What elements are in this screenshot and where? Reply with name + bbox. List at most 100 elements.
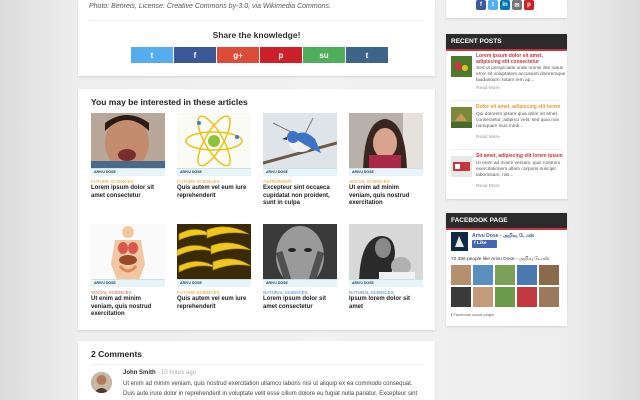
facebook-widget: FACEBOOK PAGE Arivu Dose - அறிவு டோஸ் f … (446, 213, 567, 326)
avatar (91, 372, 112, 393)
related-article[interactable]: ARIVU DOSE SOCIAL SCIENCES Ut enim ad mi… (349, 113, 423, 218)
recent-post[interactable]: Dolor sit amet, adipiscing elit lorem Qu… (451, 104, 563, 152)
related-article[interactable]: ARIVU DOSE NATURAL SCIENCES Lorem ipsum … (263, 224, 337, 329)
recent-post[interactable]: Lorem ipsum dolor sit amet, adipiscing e… (451, 53, 566, 101)
google-plus-share-button[interactable]: g+ (217, 47, 259, 63)
post-title[interactable]: Sit amet, adipiscing elit lorem ipsum (476, 153, 566, 159)
facebook-like-button[interactable]: f Like (472, 240, 497, 248)
related-title: You may be interested in these articles (91, 97, 248, 107)
fan-avatar[interactable] (495, 265, 515, 285)
facebook-title: FACEBOOK PAGE (446, 213, 567, 228)
fan-avatar[interactable] (473, 287, 493, 307)
twitter-icon[interactable]: t (488, 0, 498, 10)
facebook-icon[interactable]: f (476, 0, 486, 10)
fan-avatar[interactable] (495, 287, 515, 307)
read-more-link[interactable]: Read More (476, 86, 500, 91)
fan-avatar[interactable] (451, 265, 471, 285)
article-category[interactable]: FUTURE SCIENCES (91, 179, 134, 184)
divider (451, 149, 562, 150)
article-thumbnail[interactable]: ARIVU DOSE (263, 224, 337, 287)
facebook-page-name[interactable]: Arivu Dose - அறிவு டோஸ் (472, 233, 534, 239)
recent-posts-widget: RECENT POSTS Lorem ipsum dolor sit amet,… (446, 34, 567, 199)
accent-bar (446, 49, 567, 51)
post-thumbnail[interactable] (451, 56, 472, 77)
divider (89, 20, 424, 21)
read-more-link[interactable]: Read More (476, 184, 500, 189)
google-plus-icon: g+ (233, 50, 243, 60)
pinterest-icon: p (278, 50, 284, 60)
facebook-share-button[interactable]: f (174, 47, 216, 63)
article-title[interactable]: Lorem ipsum dolor sit amet consectetur (91, 185, 165, 200)
fan-avatar[interactable] (539, 265, 559, 285)
article-thumbnail[interactable]: ARIVU DOSE (91, 224, 165, 287)
facebook-fans (451, 265, 559, 307)
post-title[interactable]: Lorem ipsum dolor sit amet, adipiscing e… (476, 53, 566, 65)
article-category[interactable]: ASTRONOMY (263, 179, 292, 184)
fan-avatar[interactable] (517, 287, 537, 307)
article-title[interactable]: Ut enim ad minim veniam, quis nostrud ex… (349, 185, 423, 208)
post-title[interactable]: Dolor sit amet, adipiscing elit lorem (476, 104, 566, 110)
tumblr-share-button[interactable]: t (346, 47, 388, 63)
comment-time: · 10 hours ago (157, 370, 197, 376)
article-title[interactable]: Quis autem vel eum iure reprehenderit (177, 296, 251, 311)
post-excerpt: Sed ut perspiciatis unde omnis iste natu… (476, 66, 566, 84)
fan-avatar[interactable] (473, 265, 493, 285)
stumbleupon-share-button[interactable]: su (303, 47, 345, 63)
article-category[interactable]: FUTURE SCIENCES (177, 179, 220, 184)
read-more-link[interactable]: Read More (476, 135, 500, 140)
article-category[interactable]: NATURAL SCIENCES (349, 290, 394, 295)
related-articles: You may be interested in these articles … (78, 89, 435, 330)
divider (91, 364, 424, 365)
comments-title: 2 Comments (91, 349, 143, 359)
article-title[interactable]: Excepteur sint occaeca cupidatat non pro… (263, 185, 337, 208)
linkedin-icon[interactable]: in (500, 0, 510, 10)
recent-post[interactable]: Sit amet, adipiscing elit lorem ipsum Ut… (451, 153, 563, 201)
related-article[interactable]: ARIVU DOSE FUTURE SCIENCES Quis autem ve… (177, 224, 251, 329)
email-icon[interactable]: ✉ (512, 0, 522, 10)
accent-bar (446, 228, 567, 230)
comments-section: 2 Comments John Smith · 10 hours ago Ut … (78, 341, 435, 400)
article-category[interactable]: SOCIAL SCIENCES (349, 179, 390, 184)
facebook-plugin-label: f Facebook social plugin (451, 312, 495, 317)
related-article[interactable]: ARIVU DOSE NATURAL SCIENCES Ipsum lorem … (349, 224, 423, 329)
fan-avatar[interactable] (539, 287, 559, 307)
article-title[interactable]: Ut enim ad minim veniam, quis nostrud ex… (91, 296, 165, 319)
article-title[interactable]: Quis autem vel eum iure reprehenderit (177, 185, 251, 200)
photo-credit: Photo: Benreis, License: Creative Common… (89, 3, 331, 10)
related-article[interactable]: ARIVU DOSE SOCIAL SCIENCES Ut enim ad mi… (91, 224, 165, 329)
article-category[interactable]: NATURAL SCIENCES (263, 290, 308, 295)
facebook-like-count: 72,356 people like Arivu Dose - அறிவு டோ… (451, 257, 551, 262)
related-article[interactable]: ARIVU DOSE ASTRONOMY Excepteur sint occa… (263, 113, 337, 218)
twitter-share-button[interactable]: t (131, 47, 173, 63)
article-thumbnail[interactable]: ARIVU DOSE (349, 113, 423, 176)
stumbleupon-icon: su (319, 50, 329, 60)
article-thumbnail[interactable]: ARIVU DOSE (91, 113, 165, 176)
social-follow: f t in ✉ p (446, 0, 567, 18)
article-thumbnail[interactable]: ARIVU DOSE (349, 224, 423, 287)
article-thumbnail[interactable]: ARIVU DOSE (177, 113, 251, 176)
comment-text: Ut enim ad minim veniam, quis nostrud ex… (123, 381, 418, 397)
pinterest-share-button[interactable]: p (260, 47, 302, 63)
page-logo[interactable] (451, 232, 468, 251)
post-excerpt: Qui dolorem ipsum quia dolor sit amet, c… (476, 112, 560, 130)
post-thumbnail[interactable] (451, 156, 472, 177)
article-category[interactable]: SOCIAL SCIENCES (91, 290, 132, 295)
article-thumbnail[interactable]: ARIVU DOSE (177, 224, 251, 287)
post-excerpt: Ut enim ad minim veniam, quis nostrum ex… (476, 161, 561, 179)
post-thumbnail[interactable] (451, 107, 472, 128)
article-thumbnail[interactable]: ARIVU DOSE (263, 113, 337, 176)
fan-avatar[interactable] (451, 287, 471, 307)
share-title: Share the knowledge! (212, 30, 301, 40)
fan-avatar[interactable] (517, 265, 537, 285)
related-article[interactable]: ARIVU DOSE FUTURE SCIENCES Quis autem ve… (177, 113, 251, 218)
comment-author[interactable]: John Smith · 10 hours ago (123, 370, 196, 376)
article-category[interactable]: FUTURE SCIENCES (177, 290, 220, 295)
share-section: Photo: Benreis, License: Creative Common… (78, 0, 435, 76)
facebook-icon: f (193, 50, 197, 60)
article-title[interactable]: Ipsum lorem dolor sit amet (349, 296, 423, 311)
pinterest-icon[interactable]: p (524, 0, 534, 10)
article-title[interactable]: Lorem ipsum dolor sit amet consectetur (263, 296, 337, 311)
divider (451, 100, 562, 101)
related-article[interactable]: ARIVU DOSE FUTURE SCIENCES Lorem ipsum d… (91, 113, 165, 218)
tumblr-icon: t (365, 50, 369, 60)
